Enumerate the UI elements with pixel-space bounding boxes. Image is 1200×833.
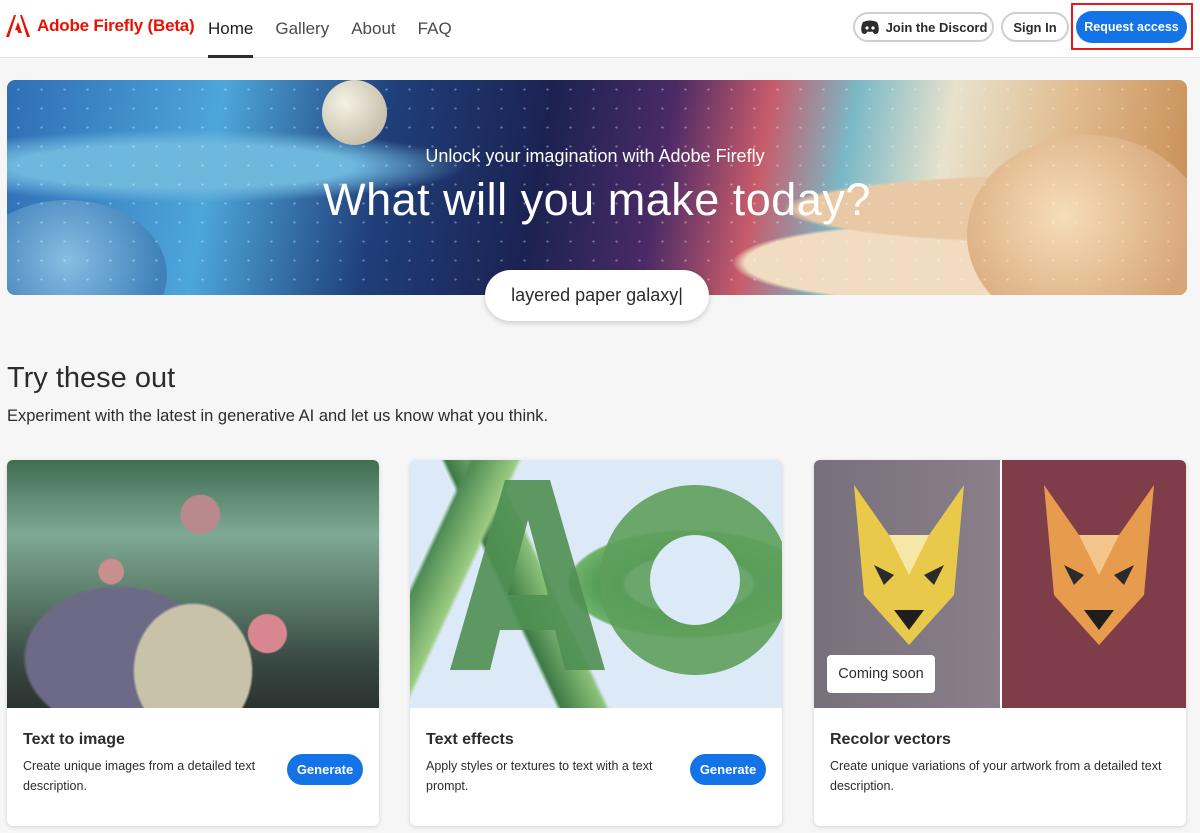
card-description: Create unique images from a detailed tex… bbox=[23, 759, 256, 793]
dog-illustration bbox=[1044, 485, 1154, 645]
card-text-effects[interactable]: Text effects Apply styles or textures to… bbox=[410, 460, 782, 826]
adobe-logo-icon bbox=[6, 15, 30, 37]
card-recolor-vectors[interactable]: Coming soon Recolor vectors Create uniqu… bbox=[814, 460, 1186, 826]
hero-banner: Unlock your imagination with Adobe Firef… bbox=[7, 80, 1187, 295]
nav-home[interactable]: Home bbox=[208, 0, 254, 58]
dog-illustration bbox=[854, 485, 964, 645]
nav-faq[interactable]: FAQ bbox=[418, 0, 452, 58]
card-description: Apply styles or textures to text with a … bbox=[426, 759, 653, 793]
leafy-letters-art bbox=[450, 480, 782, 675]
generate-button[interactable]: Generate bbox=[690, 754, 766, 785]
card-text-to-image[interactable]: Text to image Create unique images from … bbox=[7, 460, 379, 826]
brand-name: Adobe Firefly (Beta) bbox=[37, 16, 195, 35]
request-access-button[interactable]: Request access bbox=[1076, 11, 1187, 43]
card-title: Recolor vectors bbox=[830, 731, 951, 748]
hero-title: What will you make today? bbox=[323, 174, 871, 225]
sign-in-button[interactable]: Sign In bbox=[1001, 12, 1069, 42]
card-title: Text effects bbox=[426, 731, 514, 748]
discord-icon bbox=[860, 20, 879, 34]
brand[interactable]: Adobe Firefly (Beta) bbox=[6, 15, 195, 37]
hero-subtitle: Unlock your imagination with Adobe Firef… bbox=[425, 146, 765, 166]
section-description: Experiment with the latest in generative… bbox=[7, 407, 549, 425]
main-nav: Home Gallery About FAQ bbox=[208, 0, 474, 58]
prompt-input[interactable]: layered paper galaxy| bbox=[485, 270, 709, 321]
coming-soon-badge: Coming soon bbox=[827, 655, 935, 693]
card-image bbox=[410, 460, 782, 708]
join-discord-button[interactable]: Join the Discord bbox=[853, 12, 994, 42]
card-image: Coming soon bbox=[814, 460, 1186, 708]
card-title: Text to image bbox=[23, 731, 125, 748]
hero-moon bbox=[322, 80, 387, 145]
top-header: Adobe Firefly (Beta) Home Gallery About … bbox=[0, 0, 1200, 58]
join-discord-label: Join the Discord bbox=[885, 19, 988, 35]
card-image bbox=[7, 460, 379, 708]
nav-about[interactable]: About bbox=[351, 0, 395, 58]
section-title: Try these out bbox=[7, 362, 176, 394]
nav-gallery[interactable]: Gallery bbox=[275, 0, 329, 58]
generate-button[interactable]: Generate bbox=[287, 754, 363, 785]
card-description: Create unique variations of your artwork… bbox=[830, 759, 1162, 793]
